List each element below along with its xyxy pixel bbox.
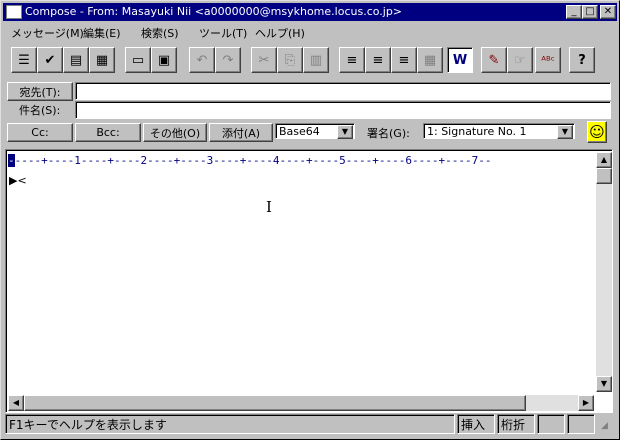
status-panel-empty-2 [567,414,595,434]
menu-message[interactable]: メッセージ(M) [11,25,84,41]
compose-window: Compose - From: Masayuki Nii <a0000000@m… [0,0,620,440]
horizontal-scroll-thumb[interactable] [24,395,526,411]
menu-help[interactable]: ヘルプ(H) [255,25,305,41]
help-pointer-icon[interactable]: ? [569,47,595,73]
status-panel-empty-1 [537,414,565,434]
calendar-icon[interactable]: ▦ [89,47,115,73]
signature-select[interactable]: 1: Signature No. 1 ▼ [423,123,575,139]
scroll-down-button[interactable]: ▼ [596,376,612,392]
header-fields: 宛先(T): 件名(S): Cc: Bcc: その他(O) 添付(A) Base… [3,81,617,145]
subject-label: 件名(S): [19,104,61,117]
vertical-scroll-thumb[interactable] [596,168,612,184]
vertical-scrollbar[interactable]: ▲ ▼ [596,152,612,392]
text-caret: ▶< [9,174,27,187]
bcc-button[interactable]: Bcc: [75,123,141,142]
redo-icon[interactable]: ↷ [215,47,241,73]
signature-label: 署名(G): [367,127,410,140]
ruler[interactable]: -----+----1----+----2----+----3----+----… [8,152,594,169]
to-field[interactable] [75,82,611,100]
toolbar: ☰ ✔ ▤ ▦ ▭ ▣ ↶ ↷ ✂ ⎘ ▥ ≡ ≡ ≡ ▦ W ✎ ☞ ᴬᴮᶜ … [3,43,617,79]
title-bar[interactable]: Compose - From: Masayuki Nii <a0000000@m… [3,3,617,21]
align-left-icon[interactable]: ≡ [365,47,391,73]
subject-field[interactable] [75,101,611,119]
to-button[interactable]: 宛先(T): [7,82,73,101]
spell-check-icon[interactable]: ᴬᴮᶜ [535,47,561,73]
ibeam-cursor-icon: I [266,198,272,216]
cut-icon[interactable]: ✂ [251,47,277,73]
menu-bar: メッセージ(M) 編集(E) 検索(S) ツール(T) ヘルプ(H) [3,22,617,41]
check-names-icon[interactable]: ✔ [37,47,63,73]
maximize-button[interactable]: □ [582,5,598,19]
align-right-icon[interactable]: ≡ [391,47,417,73]
encoding-value: Base64 [279,125,320,138]
copy-icon[interactable]: ⎘ [277,47,303,73]
pen-icon[interactable]: ✎ [481,47,507,73]
page-icon[interactable]: ▭ [125,47,151,73]
other-button[interactable]: その他(O) [143,123,207,142]
signature-value: 1: Signature No. 1 [427,125,527,138]
menu-edit[interactable]: 編集(E) [83,25,121,41]
insert-mode-indicator: 挿入 [457,414,495,434]
word-wrap-icon[interactable]: W [447,47,473,73]
cc-button[interactable]: Cc: [7,123,73,142]
wrap-indicator: 桁折 [497,414,535,434]
close-button[interactable]: ✕ [600,5,616,19]
status-bar: F1キーでヘルプを表示します 挿入 桁折 ◢ [3,413,617,435]
scroll-left-button[interactable]: ◀ [8,395,24,411]
attach-button[interactable]: 添付(A) [209,123,273,142]
undo-icon[interactable]: ↶ [189,47,215,73]
resize-grip-icon[interactable]: ◢ [601,421,608,431]
message-editor[interactable]: -----+----1----+----2----+----3----+----… [5,149,613,413]
chevron-down-icon[interactable]: ▼ [557,125,573,139]
window-title: Compose - From: Masayuki Nii <a0000000@m… [25,5,403,18]
smiley-icon[interactable]: ☺ [587,121,607,143]
minimize-button[interactable]: _ [566,5,582,19]
ruler-cursor: - [8,154,15,167]
pointer-hand-icon[interactable]: ☞ [507,47,533,73]
attach-file-icon[interactable]: ▤ [63,47,89,73]
menu-search[interactable]: 検索(S) [141,25,179,41]
menu-tools[interactable]: ツール(T) [199,25,247,41]
status-message: F1キーでヘルプを表示します [5,414,455,434]
encoding-select[interactable]: Base64 ▼ [275,123,355,139]
paste-icon[interactable]: ▥ [303,47,329,73]
horizontal-scrollbar[interactable]: ◀ ▶ [8,395,594,411]
chevron-down-icon[interactable]: ▼ [337,125,353,139]
address-book-icon[interactable]: ☰ [11,47,37,73]
ruler-scale: ----+----1----+----2----+----3----+----4… [14,154,492,167]
app-icon[interactable] [6,5,22,19]
scroll-up-button[interactable]: ▲ [596,152,612,168]
align-center-icon[interactable]: ≡ [339,47,365,73]
grid-icon[interactable]: ▦ [417,47,443,73]
scroll-right-button[interactable]: ▶ [578,395,594,411]
save-icon[interactable]: ▣ [151,47,177,73]
